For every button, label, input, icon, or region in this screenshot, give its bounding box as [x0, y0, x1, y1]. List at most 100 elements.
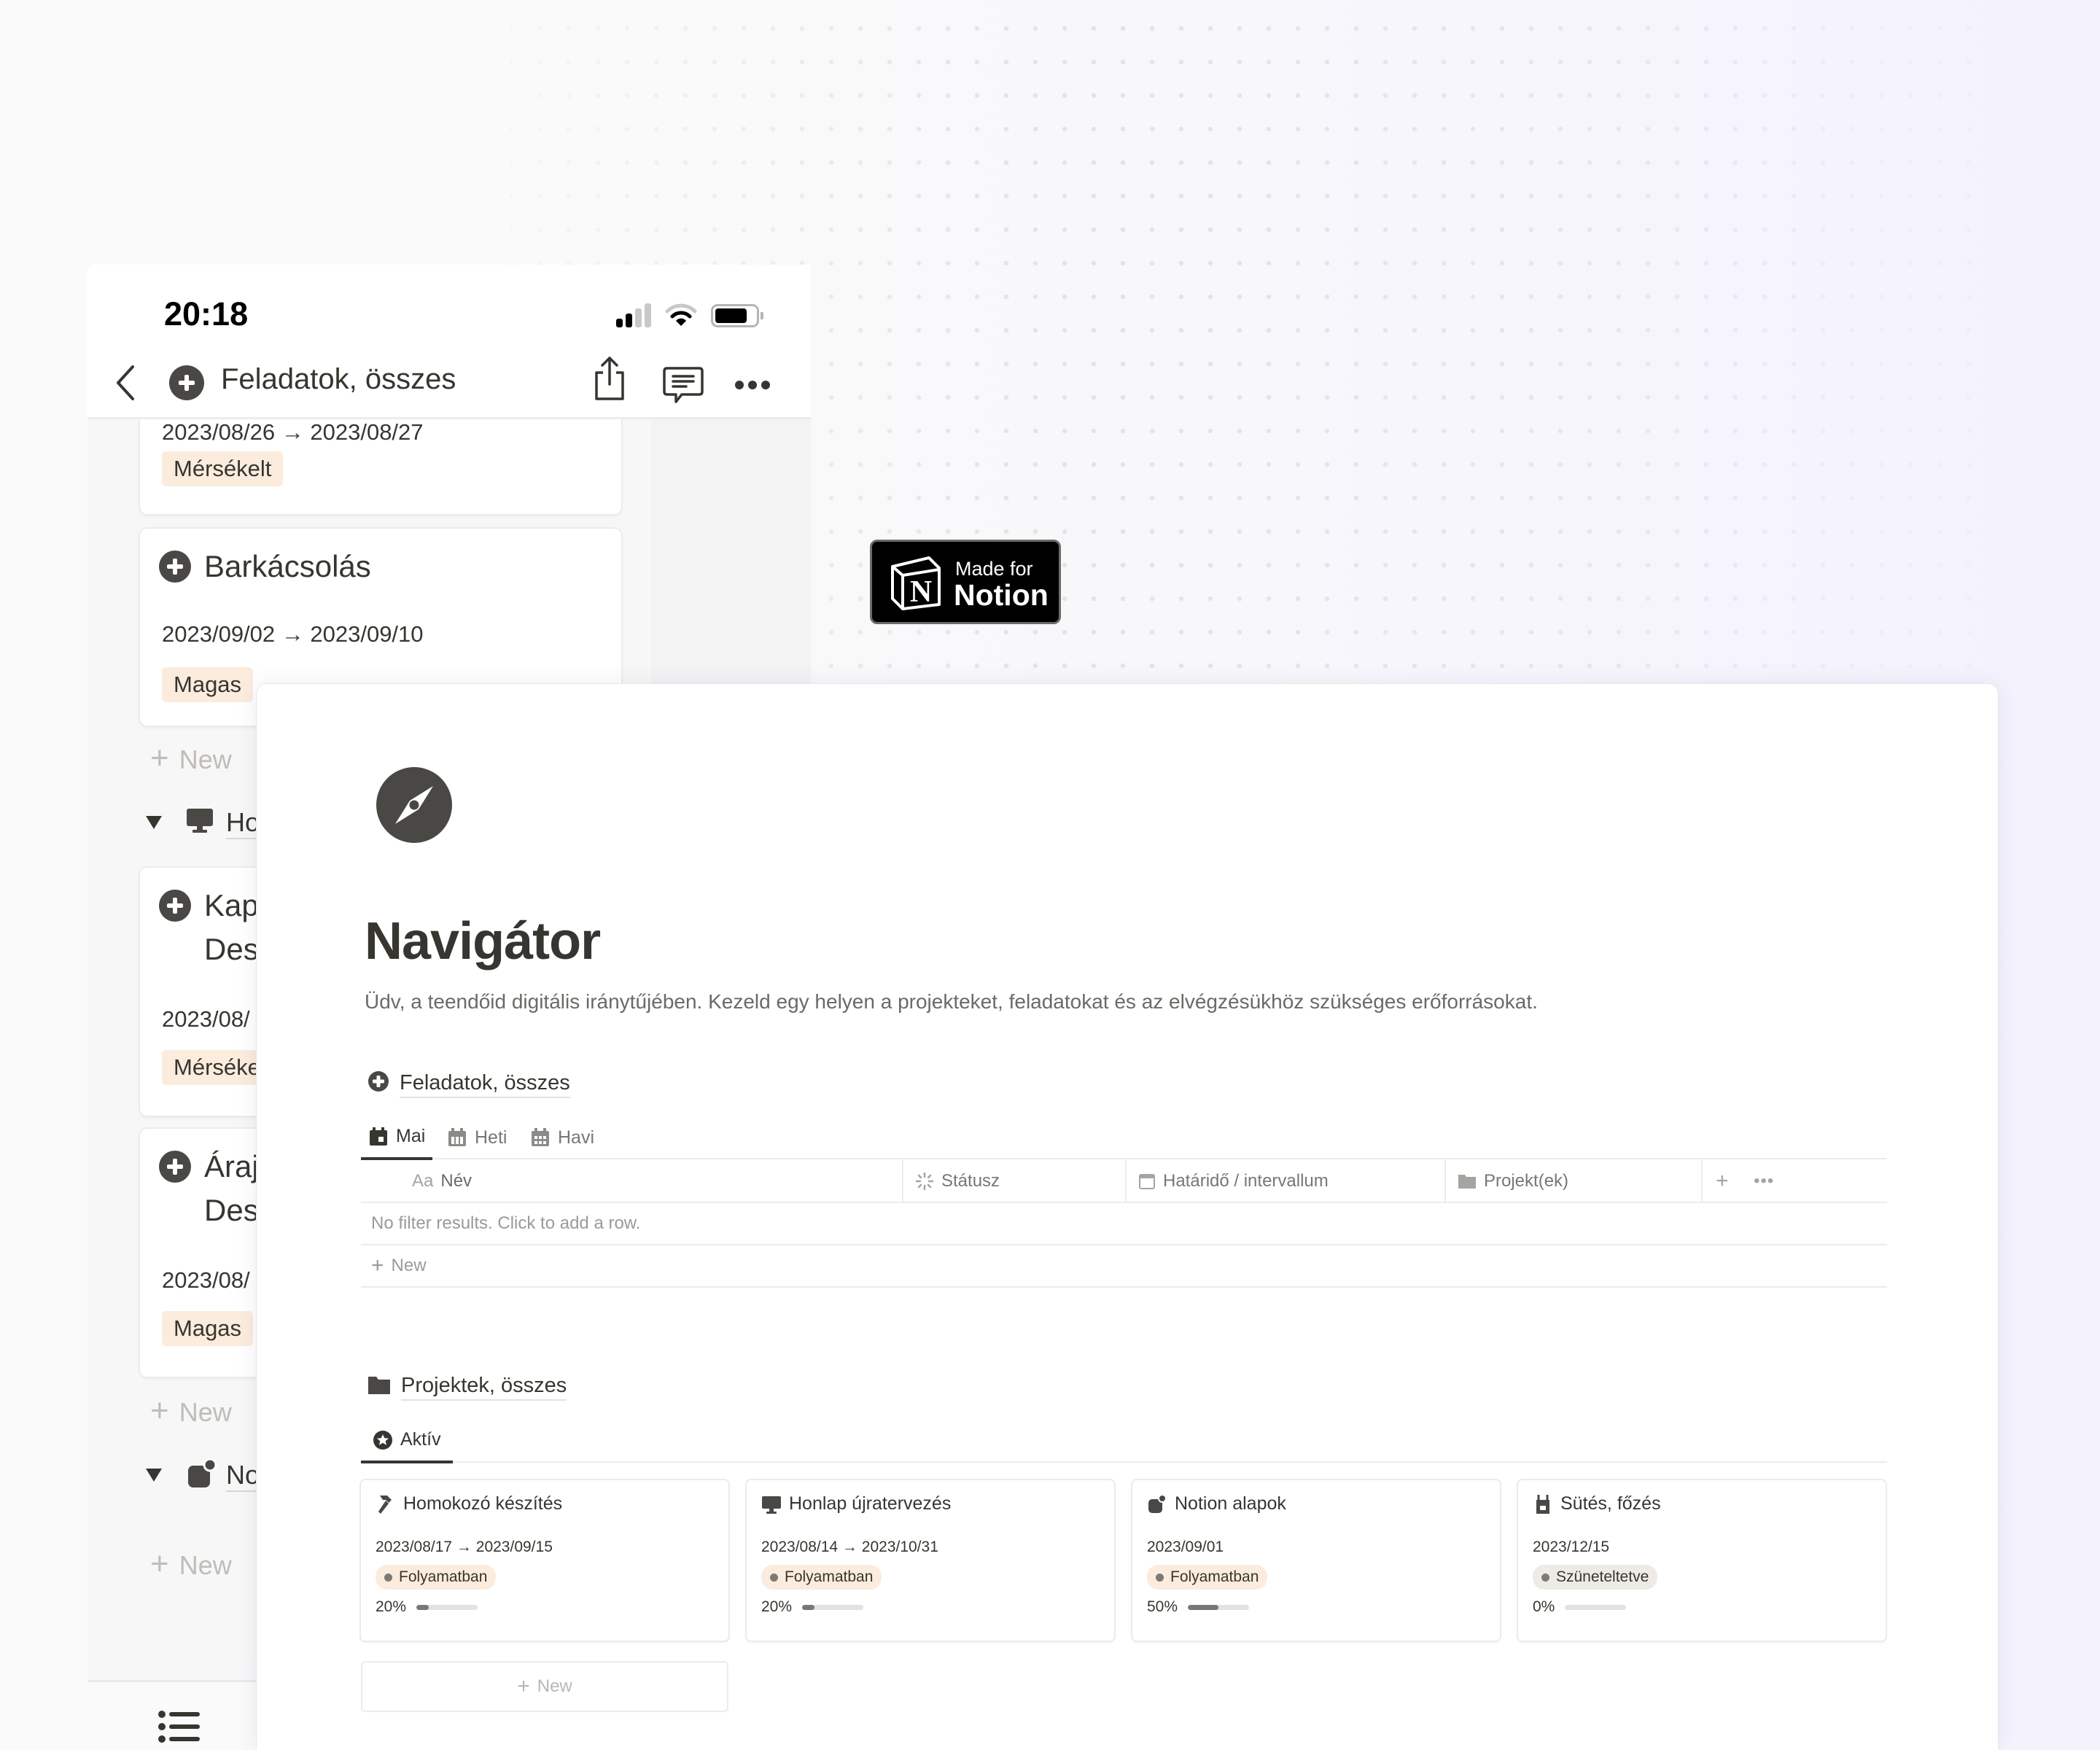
status-icon [915, 1172, 934, 1191]
card-title: Barkácsolás [204, 549, 371, 583]
card-date: 2023/08/ [162, 1267, 250, 1293]
task-plus-icon [169, 365, 204, 400]
progress-bar [1565, 1604, 1627, 1610]
task-plus-icon [159, 1151, 191, 1183]
back-chevron-icon[interactable] [112, 361, 137, 408]
star-circle-icon [373, 1430, 393, 1450]
project-card[interactable]: Honlap újratervezés 2023/08/14 → 2023/10… [747, 1480, 1114, 1641]
progress: 20% [761, 1598, 864, 1616]
progress-bar [1188, 1604, 1250, 1610]
share-icon[interactable] [592, 352, 627, 407]
projects-view-tabs: Aktív [361, 1419, 1887, 1463]
status-time: 20:18 [164, 295, 249, 332]
card-date: 2023/09/02 → 2023/09/10 [162, 621, 424, 647]
title-icon: Aa [412, 1171, 434, 1191]
card-date: 2023/08/ [162, 1006, 250, 1032]
computer-icon [761, 1494, 782, 1514]
card-title-line2: Des [204, 1193, 259, 1227]
progress: 50% [1147, 1598, 1250, 1616]
mobile-nav-bar: Feladatok, összes [88, 345, 811, 419]
collapse-triangle-icon[interactable] [146, 816, 162, 829]
project-date: 2023/12/15 [1533, 1539, 1610, 1555]
calendar-day-icon [368, 1127, 389, 1147]
tasks-database-title[interactable]: Feladatok, összes [368, 1070, 570, 1098]
more-options-icon[interactable]: ••• [1746, 1159, 1790, 1203]
comment-icon[interactable] [663, 365, 704, 410]
project-card[interactable]: Notion alapok 2023/09/01 Folyamatban 50% [1132, 1480, 1500, 1641]
task-plus-icon [159, 890, 191, 922]
task-plus-icon [368, 1070, 389, 1098]
priority-tag: Magas [162, 667, 254, 702]
tab-mai[interactable]: Mai [361, 1116, 433, 1160]
project-date: 2023/09/01 [1147, 1539, 1224, 1555]
tasks-view-tabs: Mai Heti Havi [361, 1116, 1887, 1160]
page-description: Üdv, a teendőid digitális iránytűjében. … [365, 990, 1538, 1013]
badge-line2: Notion [954, 578, 1049, 612]
made-for-notion-badge[interactable]: N Made for Notion [870, 540, 1061, 624]
progress-bar [802, 1604, 864, 1610]
collapse-triangle-icon[interactable] [146, 1469, 162, 1482]
hammer-icon [376, 1494, 396, 1514]
status-badge: Szüneteltetve [1533, 1565, 1658, 1590]
mobile-page-title: Feladatok, összes [221, 363, 456, 395]
table-header: Aa Név Státusz Határidő / intervallum Pr… [361, 1159, 1887, 1203]
group-label: No [226, 1460, 260, 1492]
column-header-nev[interactable]: Aa Név [361, 1159, 903, 1203]
task-plus-icon [159, 551, 191, 583]
cellular-signal-icon [616, 303, 656, 327]
project-title: Honlap újratervezés [789, 1493, 952, 1514]
add-new-card-button[interactable]: + New [150, 740, 232, 777]
status-badge: Folyamatban [761, 1565, 882, 1590]
add-column-button[interactable]: + [1703, 1159, 1746, 1203]
calendar-week-icon [447, 1127, 467, 1148]
project-title: Sütés, főzés [1560, 1493, 1661, 1514]
ios-status-bar: 20:18 [88, 265, 811, 345]
computer-icon [185, 806, 214, 839]
priority-tag: Magas [162, 1311, 254, 1346]
project-date: 2023/08/14 → 2023/10/31 [761, 1539, 938, 1555]
priority-tag: Mérséke [162, 1050, 272, 1085]
card-title: Kap [204, 888, 259, 922]
notion-shapes-icon [185, 1458, 217, 1494]
project-card[interactable]: Homokozó készítés 2023/08/17 → 2023/09/1… [361, 1480, 728, 1641]
compass-icon[interactable] [376, 767, 452, 843]
empty-table-message[interactable]: No filter results. Click to add a row. [361, 1203, 1887, 1245]
calendar-month-icon [530, 1127, 551, 1148]
progress: 0% [1533, 1598, 1627, 1616]
tab-aktiv[interactable]: Aktív [361, 1419, 453, 1463]
tab-havi[interactable]: Havi [523, 1116, 602, 1159]
column-header-statusz[interactable]: Státusz [903, 1159, 1127, 1203]
wifi-icon [665, 303, 697, 331]
add-new-card-button[interactable]: + New [150, 1393, 232, 1429]
status-badge: Folyamatban [1147, 1565, 1268, 1590]
project-title: Notion alapok [1175, 1493, 1286, 1514]
notion-page: Navigátor Üdv, a teendőid digitális irán… [257, 684, 1998, 1750]
card-title: Áraj [204, 1149, 259, 1183]
badge-line1: Made for [955, 558, 1033, 580]
calendar-icon [1138, 1172, 1156, 1190]
folder-icon [1458, 1172, 1477, 1190]
apron-icon [1533, 1494, 1553, 1514]
card-date: 2023/08/26 → 2023/08/27 [162, 419, 424, 445]
svg-text:N: N [910, 575, 932, 609]
status-badge: Folyamatban [376, 1565, 497, 1590]
card-title-line2: Des [204, 932, 259, 966]
project-card[interactable]: Sütés, főzés 2023/12/15 Szüneteltetve 0% [1518, 1480, 1886, 1641]
add-new-card-button[interactable]: + New [150, 1546, 232, 1582]
column-header-projektek[interactable]: Projekt(ek) [1446, 1159, 1703, 1203]
list-icon[interactable] [158, 1710, 201, 1750]
progress-bar [416, 1604, 478, 1610]
project-title: Homokozó készítés [403, 1493, 563, 1514]
add-new-row-button[interactable]: + New [361, 1245, 1887, 1288]
tab-heti[interactable]: Heti [440, 1116, 514, 1159]
priority-tag: Mérsékelt [162, 451, 284, 486]
add-new-project-button[interactable]: + New [361, 1661, 728, 1712]
notion-logo-icon: N [887, 553, 945, 615]
folder-icon [368, 1374, 391, 1401]
column-header-hatarido[interactable]: Határidő / intervallum [1127, 1159, 1446, 1203]
more-options-icon[interactable] [735, 380, 774, 393]
projects-database-title[interactable]: Projektek, összes [368, 1374, 567, 1401]
battery-icon [711, 304, 763, 327]
notion-shapes-icon [1147, 1493, 1167, 1514]
project-date: 2023/08/17 → 2023/09/15 [376, 1539, 553, 1555]
